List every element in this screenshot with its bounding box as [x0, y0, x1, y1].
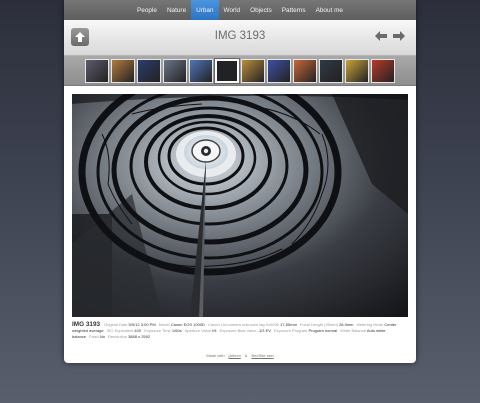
- exif-value: 3888 x 2592: [128, 334, 151, 339]
- exif-value: 17-55mm: [280, 322, 297, 327]
- thumbnail[interactable]: [293, 58, 317, 83]
- nav-item-objects[interactable]: Objects: [245, 0, 277, 20]
- nav-item-people[interactable]: People: [132, 0, 162, 20]
- exif-key: Flash: [89, 334, 99, 339]
- caption-title: IMG 3193: [72, 321, 101, 328]
- photo-caption: IMG 3193 Original Date 5/9/12 3:00 PM Mode…: [72, 321, 408, 340]
- exif-key: Original Date: [104, 322, 128, 327]
- exif-value: -1/3 EV: [257, 328, 271, 333]
- footer-jalbum-link[interactable]: jAlbum: [229, 353, 241, 358]
- main-photo[interactable]: [72, 68, 408, 317]
- exif-value: 1/60s: [171, 328, 182, 333]
- page-title: IMG 3193: [214, 30, 266, 42]
- nav-item-about-me[interactable]: About me: [311, 0, 348, 20]
- exif-key: White Balance: [340, 328, 366, 333]
- nav-item-patterns[interactable]: Patterns: [277, 0, 311, 20]
- top-navigation: People Nature Urban World Objects Patterns Abo…: [64, 0, 416, 20]
- thumbnail[interactable]: [345, 58, 369, 83]
- exif-key: Exposure Bias Value: [219, 328, 257, 333]
- footer-amp: &: [244, 353, 248, 358]
- thumbnail[interactable]: [189, 58, 213, 83]
- thumbnail[interactable]: [267, 58, 291, 83]
- thumbnail[interactable]: [137, 58, 161, 83]
- thumbnail[interactable]: [85, 58, 109, 83]
- nav-item-urban[interactable]: Urban: [191, 0, 219, 20]
- exif-key: Focal Length (35mm): [299, 322, 338, 327]
- footer-skin-link[interactable]: BeeSite skin: [251, 353, 273, 358]
- exif-value: 28.9mm: [339, 322, 354, 327]
- thumbnail[interactable]: [371, 58, 395, 83]
- nav-item-nature[interactable]: Nature: [162, 0, 191, 20]
- exif-value: No: [99, 334, 106, 339]
- exif-key: ISO Equivalent: [106, 328, 134, 333]
- thumbnail[interactable]: [111, 58, 135, 83]
- exif-value: Canon EOS 1000D: [170, 322, 205, 327]
- thumbnail-strip: [64, 56, 416, 86]
- thumbnail[interactable]: [163, 58, 187, 83]
- exif-key: Resolution: [108, 334, 127, 339]
- exif-value: Program normal: [308, 328, 338, 333]
- exif-value: 5/9/12 3:00 PM: [128, 322, 156, 327]
- exif-key: Metering Mode: [356, 322, 384, 327]
- spiral-staircase-photo: [72, 68, 408, 317]
- next-button[interactable]: [392, 29, 406, 43]
- thumbnail[interactable]: [241, 58, 265, 83]
- footer: Made with jAlbum & BeeSite skin: [64, 353, 416, 358]
- title-bar: IMG 3193: [64, 20, 416, 56]
- left-arrow-icon: [375, 31, 387, 41]
- exif-value: 400: [134, 328, 142, 333]
- page-container: People Nature Urban World Objects Patterns Abo…: [64, 0, 416, 363]
- thumbnail[interactable]: [214, 57, 240, 84]
- exif-key: Exposure Program: [273, 328, 308, 333]
- previous-button[interactable]: [374, 29, 388, 43]
- right-arrow-icon: [393, 31, 405, 41]
- exif-key: Model: [158, 322, 170, 327]
- exif-key: Exposure Time: [144, 328, 171, 333]
- footer-made-with: Made with: [206, 353, 225, 358]
- exif-value: f/4: [212, 328, 217, 333]
- thumbnail[interactable]: [319, 58, 343, 83]
- exif-key: Aperture Value: [184, 328, 212, 333]
- exif-key: Canon Ltd.camera unknown tag 0x0095: [207, 322, 279, 327]
- nav-item-world[interactable]: World: [219, 0, 246, 20]
